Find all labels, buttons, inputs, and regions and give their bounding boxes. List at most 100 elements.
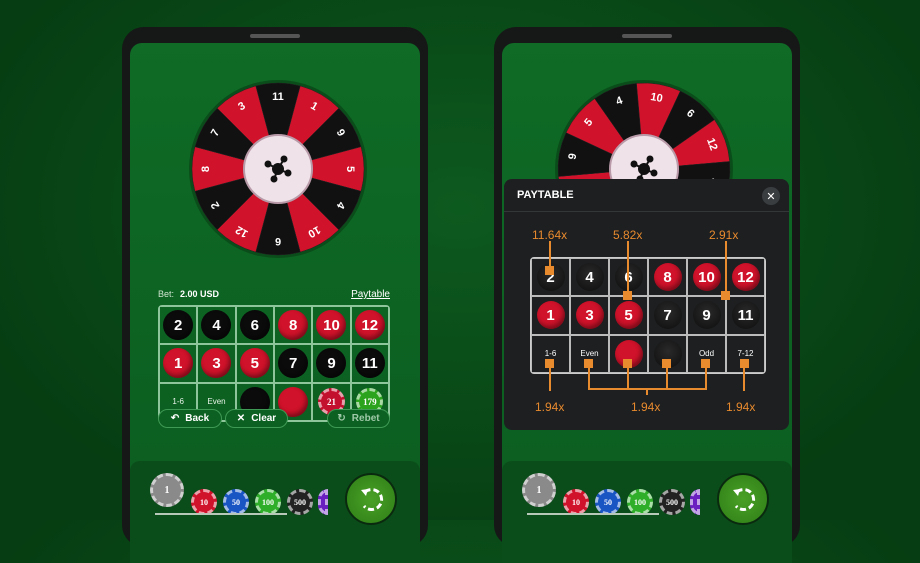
bet-cell-9[interactable]: 9 bbox=[687, 296, 726, 335]
bet-cell-label: 1-6 bbox=[172, 397, 184, 407]
number-ball: 4 bbox=[201, 310, 232, 341]
close-icon: ✕ bbox=[766, 190, 776, 203]
wheel-number: 5 bbox=[344, 166, 356, 172]
redo-icon: ↻ bbox=[337, 413, 346, 424]
chip-10[interactable]: 10 bbox=[191, 489, 217, 515]
multiplier-straight: 11.64x bbox=[532, 228, 568, 242]
spin-button[interactable] bbox=[345, 473, 397, 525]
number-ball: 9 bbox=[692, 301, 721, 330]
bet-line: Bet: 2.00 USD Paytable bbox=[158, 289, 390, 300]
back-button[interactable]: ↶ Back bbox=[158, 409, 222, 428]
bet-cell-label: Even bbox=[580, 349, 599, 359]
bet-cell-3[interactable]: 3 bbox=[197, 344, 236, 383]
bet-cell-8[interactable]: 8 bbox=[273, 306, 313, 345]
wheel-number: 6 bbox=[275, 235, 281, 247]
number-ball: 11 bbox=[354, 348, 385, 379]
chip-1000[interactable] bbox=[690, 489, 700, 515]
chip-1000[interactable] bbox=[318, 489, 328, 515]
bet-cell-1[interactable]: 1 bbox=[159, 344, 198, 383]
multiplier-split: 5.82x bbox=[613, 228, 643, 242]
bet-cell-2[interactable]: 2 bbox=[531, 258, 570, 297]
number-ball: 12 bbox=[354, 310, 385, 341]
undo-arrow-icon: ↶ bbox=[170, 413, 180, 424]
phone-main: 11 1 9 5 4 10 6 12 2 8 7 3 Bet: 2.00 USD Paytable 24… bbox=[122, 27, 428, 563]
bet-cell-red[interactable] bbox=[648, 334, 687, 373]
phone-notch bbox=[622, 34, 672, 38]
game-screen: 11 1 9 5 4 10 6 12 2 8 7 3 Bet: 2.00 USD Paytable 24… bbox=[130, 43, 420, 563]
bet-cell-1[interactable]: 1 bbox=[531, 296, 570, 335]
chip-50[interactable]: 50 bbox=[223, 489, 249, 515]
paytable-board: 2 4 6 8 10 12 1 3 5 7 9 11 1-6 Even Odd 7-12 bbox=[530, 257, 766, 374]
chip-tray: 1 10 50 100 500 bbox=[130, 461, 420, 563]
number-ball: 1 bbox=[163, 348, 194, 379]
betting-board: 2 4 6 8 10 12 1 3 5 7 9 11 1-6 Even 21 179 bbox=[158, 305, 390, 422]
chip-500[interactable]: 500 bbox=[659, 489, 685, 515]
chip-1[interactable]: 1 bbox=[150, 473, 184, 507]
bet-cell-4[interactable]: 4 bbox=[197, 306, 236, 345]
bet-cell-12[interactable]: 12 bbox=[350, 306, 389, 345]
bet-cell-black[interactable] bbox=[609, 334, 648, 373]
number-ball: 7 bbox=[653, 301, 682, 330]
chip-1[interactable]: 1 bbox=[522, 473, 556, 507]
number-ball: 10 bbox=[316, 310, 347, 341]
multiplier-high: 1.94x bbox=[726, 400, 756, 414]
roulette-wheel: 111954106122873 bbox=[189, 80, 367, 258]
spin-icon bbox=[733, 488, 756, 511]
bet-cell-label: Odd bbox=[698, 349, 715, 359]
spin-button[interactable] bbox=[717, 473, 769, 525]
bet-cell-even[interactable]: Even bbox=[570, 334, 609, 373]
bet-cell-8[interactable]: 8 bbox=[648, 258, 687, 297]
bet-cell-5[interactable]: 5 bbox=[235, 344, 274, 383]
paytable-modal: PAYTABLE ✕ 2 4 6 8 10 12 1 3 5 7 9 11 1-6 Even Odd 7-12… bbox=[504, 179, 789, 430]
chip-10[interactable]: 10 bbox=[563, 489, 589, 515]
bet-cell-1-6[interactable]: 1-6 bbox=[531, 334, 570, 373]
bet-cell-7[interactable]: 7 bbox=[273, 344, 313, 383]
number-ball: 11 bbox=[731, 301, 760, 330]
wheel-number: 11 bbox=[272, 91, 284, 103]
chip-50[interactable]: 50 bbox=[595, 489, 621, 515]
number-ball: 3 bbox=[575, 301, 604, 330]
bet-cell-9[interactable]: 9 bbox=[312, 344, 351, 383]
number-ball: 4 bbox=[575, 263, 604, 292]
bet-cell-label: 7-12 bbox=[737, 349, 754, 359]
multiplier-low: 1.94x bbox=[535, 400, 565, 414]
bet-cell-label: Even bbox=[207, 397, 226, 407]
close-button[interactable]: ✕ bbox=[762, 187, 780, 205]
bet-cell-6[interactable]: 6 bbox=[235, 306, 274, 345]
multiplier-even-color-odd: 1.94x bbox=[631, 400, 661, 414]
bet-cell-7[interactable]: 7 bbox=[648, 296, 687, 335]
chip-scrollbar[interactable] bbox=[527, 513, 659, 515]
bet-cell-12[interactable]: 12 bbox=[726, 258, 765, 297]
bet-cell-6[interactable]: 6 bbox=[609, 258, 648, 297]
bet-cell-11[interactable]: 11 bbox=[726, 296, 765, 335]
chip-scrollbar[interactable] bbox=[155, 513, 287, 515]
wheel-number: 10 bbox=[649, 91, 663, 105]
clear-button[interactable]: ✕ Clear bbox=[225, 409, 288, 428]
bet-cell-5[interactable]: 5 bbox=[609, 296, 648, 335]
bet-cell-10[interactable]: 10 bbox=[312, 306, 351, 345]
wheel-number: 8 bbox=[200, 166, 212, 172]
number-ball: 1 bbox=[536, 301, 565, 330]
number-ball: 3 bbox=[201, 348, 232, 379]
bet-cell-4[interactable]: 4 bbox=[570, 258, 609, 297]
chip-tray: 1 10 50 100 500 bbox=[502, 461, 792, 563]
bet-cell-2[interactable]: 2 bbox=[159, 306, 198, 345]
bet-cell-10[interactable]: 10 bbox=[687, 258, 726, 297]
multiplier-corner: 2.91x bbox=[709, 228, 739, 242]
bet-cell-3[interactable]: 3 bbox=[570, 296, 609, 335]
bet-cell-odd[interactable]: Odd bbox=[687, 334, 726, 373]
bet-cell-11[interactable]: 11 bbox=[350, 344, 389, 383]
number-ball: 12 bbox=[731, 263, 760, 292]
bet-cell-7-12[interactable]: 7-12 bbox=[726, 334, 765, 373]
number-ball: 2 bbox=[536, 263, 565, 292]
paytable-link[interactable]: Paytable bbox=[351, 289, 390, 300]
rebet-button[interactable]: ↻ Rebet bbox=[327, 409, 390, 428]
chip-100[interactable]: 100 bbox=[255, 489, 281, 515]
number-ball: 10 bbox=[692, 263, 721, 292]
number-ball: 6 bbox=[239, 310, 270, 341]
chip-100[interactable]: 100 bbox=[627, 489, 653, 515]
spin-icon bbox=[361, 488, 384, 511]
chip-500[interactable]: 500 bbox=[287, 489, 313, 515]
number-ball: 7 bbox=[278, 348, 309, 379]
phone-notch bbox=[250, 34, 300, 38]
